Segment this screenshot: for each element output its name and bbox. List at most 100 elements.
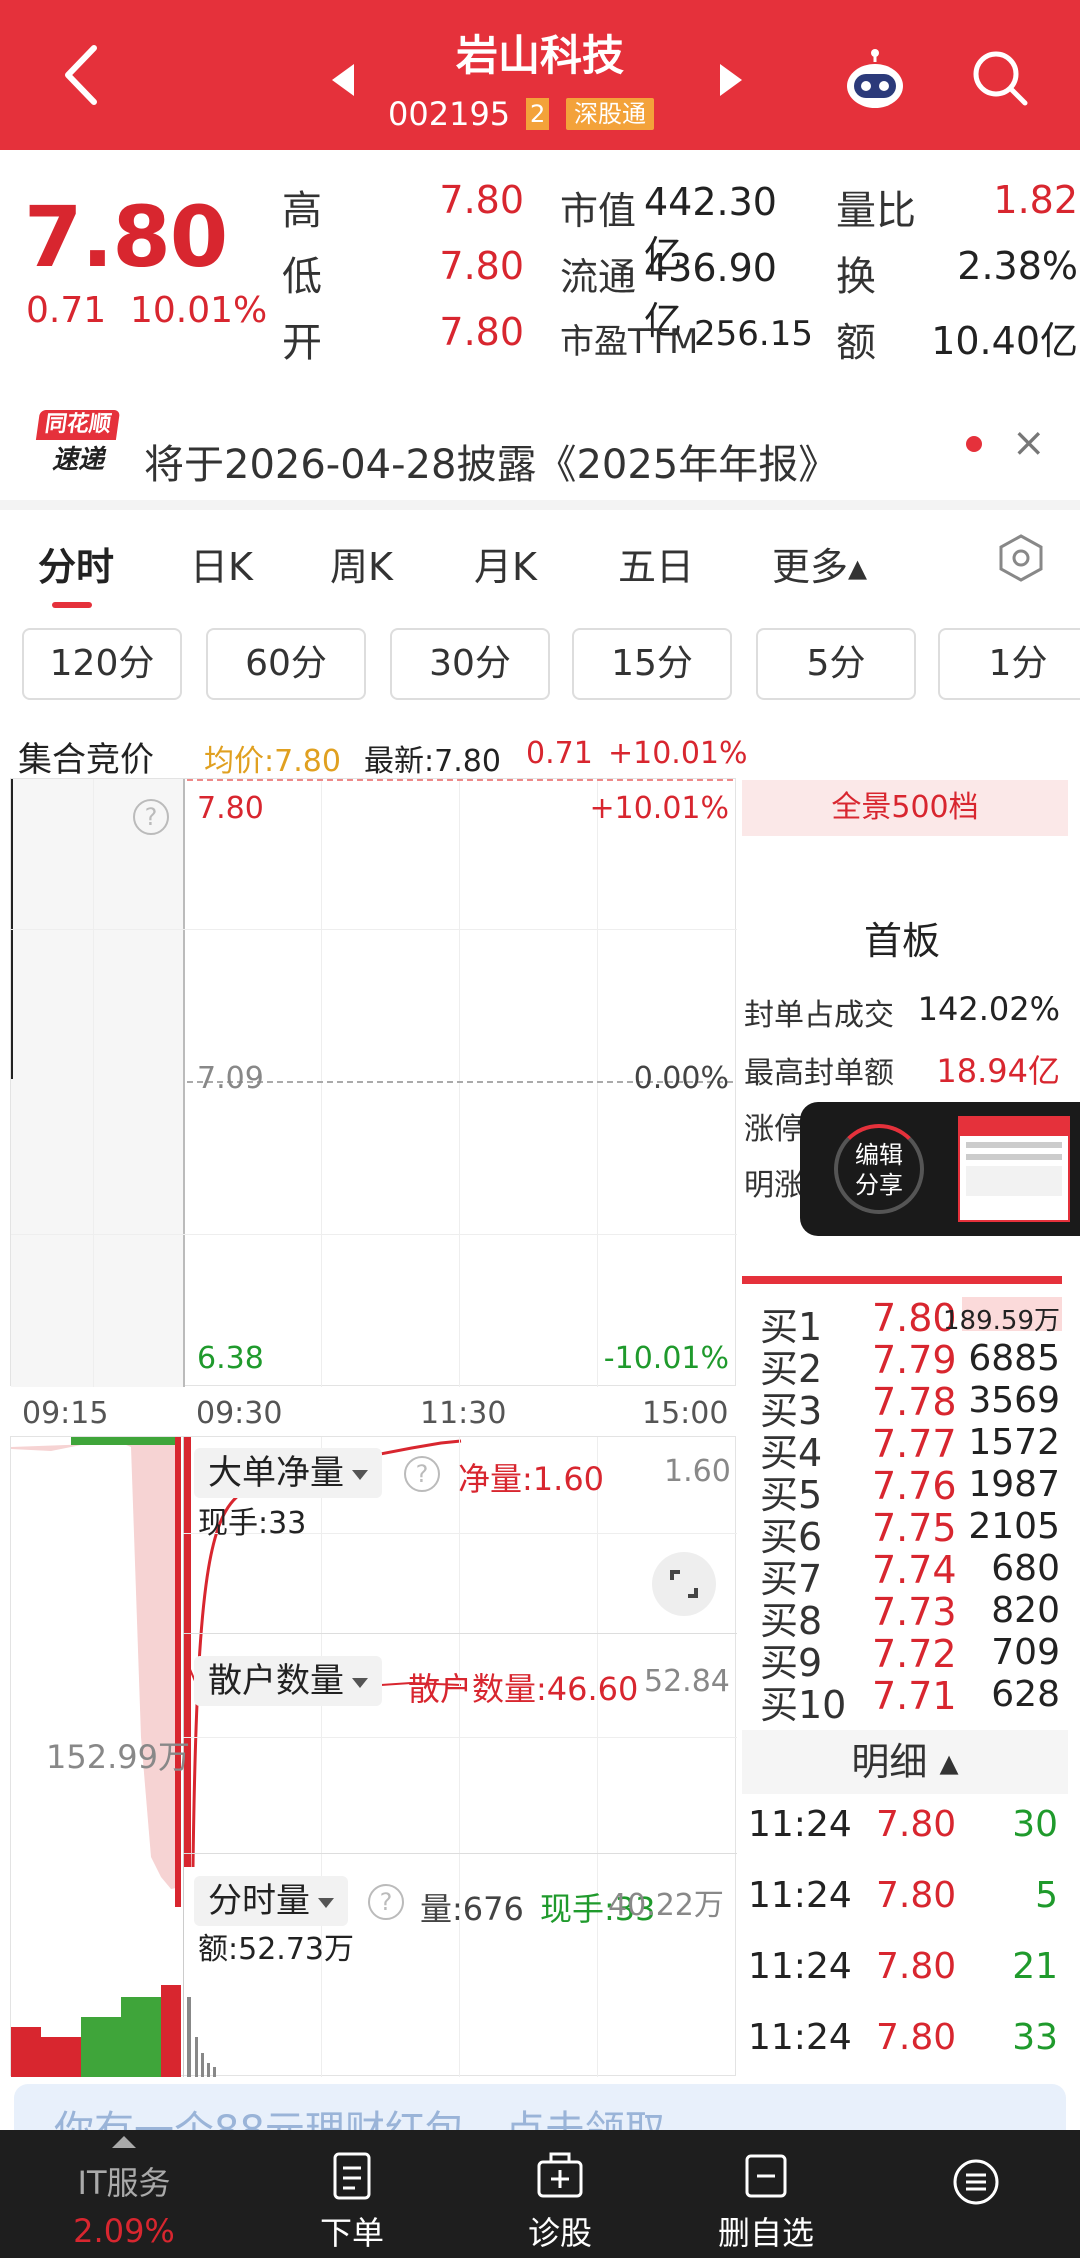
- pe-label: 市盈TTM: [560, 322, 699, 362]
- tab-monthly-k[interactable]: 月K: [474, 536, 537, 591]
- open-label: 开: [282, 320, 322, 366]
- retail-count-label: 散户数量: [208, 1661, 344, 1701]
- y-mid-pct: 0.00%: [633, 1061, 729, 1096]
- bid-level-price: 7.74: [872, 1548, 957, 1592]
- caret-down-icon: [352, 1677, 368, 1688]
- intraday-price-chart[interactable]: ? 7.80 +10.01% 7.09 0.00% 6.38 -10.01%: [10, 778, 737, 1387]
- low-label: 低: [282, 254, 322, 300]
- search-icon[interactable]: [970, 48, 1030, 108]
- retail-count-axis-max: 52.84: [644, 1664, 730, 1699]
- float-cap-label: 流通: [560, 255, 637, 299]
- screenshot-thumbnail[interactable]: [958, 1116, 1070, 1222]
- x-time-1500: 15:00: [642, 1396, 729, 1431]
- tab-weekly-k[interactable]: 周K: [330, 536, 393, 591]
- trade-time: 11:24: [748, 1804, 852, 1845]
- order-button[interactable]: 下单: [262, 2150, 442, 2254]
- minute-amount: 额:52.73万: [198, 1932, 354, 1967]
- sector-pct: 2.09%: [73, 2212, 175, 2250]
- low-value: 7.80: [439, 244, 524, 288]
- latest-change: 0.71: [526, 736, 593, 771]
- news-source-logo: 同花顺 速递: [35, 410, 121, 482]
- help-icon[interactable]: ?: [133, 799, 169, 835]
- sector-button[interactable]: IT服务 2.09%: [34, 2136, 214, 2250]
- minute-volume-selector[interactable]: 分时量: [194, 1876, 348, 1926]
- tab-intraday[interactable]: 分时: [38, 536, 114, 591]
- trade-price: 7.80: [876, 1804, 957, 1845]
- price-change: 0.71: [26, 290, 107, 331]
- period-5min-button[interactable]: 5分: [756, 628, 916, 700]
- big-order-label: 大单净量: [208, 1453, 344, 1493]
- volume-ratio-value: 1.82: [993, 178, 1078, 222]
- sector-name: IT服务: [77, 2164, 171, 2202]
- caret-down-icon: [352, 1469, 368, 1480]
- help-icon[interactable]: ?: [368, 1884, 404, 1920]
- x-time-1130: 11:30: [420, 1396, 507, 1431]
- trade-volume: 5: [1035, 1875, 1058, 1916]
- caret-down-icon: [318, 1897, 334, 1908]
- y-mid-price: 7.09: [197, 1061, 264, 1096]
- diagnose-button[interactable]: 诊股: [470, 2150, 650, 2254]
- period-15min-button[interactable]: 15分: [572, 628, 732, 700]
- trade-time: 11:24: [748, 1946, 852, 1987]
- period-60min-button[interactable]: 60分: [206, 628, 366, 700]
- delete-favorite-label: 删自选: [717, 2214, 814, 2252]
- edit-share-button[interactable]: 编辑 分享: [834, 1124, 924, 1214]
- settings-hexagon-icon[interactable]: [996, 532, 1046, 584]
- order-book-divider: [742, 1276, 1062, 1284]
- news-headline[interactable]: 将于2026-04-28披露《2025年年报》: [144, 432, 838, 490]
- bid-level-volume: 820: [991, 1590, 1060, 1631]
- bid-level-price: 7.73: [872, 1590, 957, 1634]
- turnover-value: 2.38%: [957, 244, 1078, 288]
- close-icon[interactable]: ×: [1012, 420, 1046, 466]
- trade-volume: 21: [1012, 1946, 1058, 1987]
- latest-price: 最新:7.80: [364, 744, 501, 779]
- stock-connect-badge: 深股通: [566, 98, 654, 130]
- grid-line: [459, 779, 460, 1387]
- amount-value: 10.40亿: [931, 319, 1078, 363]
- big-order-axis-max: 1.60: [664, 1454, 731, 1489]
- session-start-divider: [183, 779, 185, 1387]
- pe-value: 256.15: [694, 314, 813, 354]
- more-menu-button[interactable]: [886, 2156, 1066, 2214]
- big-order-selector[interactable]: 大单净量: [194, 1448, 382, 1498]
- turnover-label: 换: [836, 254, 876, 300]
- retail-count-selector[interactable]: 散户数量: [194, 1656, 382, 1706]
- trade-volume: 33: [1012, 2017, 1058, 2058]
- big-order-net: 净量:1.60: [458, 1460, 605, 1498]
- auction-volume-value: 152.99万: [46, 1738, 190, 1776]
- back-button[interactable]: [60, 42, 120, 112]
- trade-detail-header[interactable]: 明细 ▴: [742, 1730, 1068, 1794]
- document-icon: [333, 2152, 371, 2200]
- delete-favorite-button[interactable]: 删自选: [676, 2150, 856, 2254]
- prev-stock-icon[interactable]: [332, 64, 354, 96]
- period-1min-button[interactable]: 1分: [938, 628, 1080, 700]
- price-change-pct: 10.01%: [130, 290, 268, 331]
- share-overlay[interactable]: 编辑 分享: [800, 1102, 1080, 1236]
- tab-more[interactable]: 更多▴: [772, 536, 867, 591]
- bid-level-price: 7.78: [872, 1380, 957, 1424]
- average-price: 均价:7.80: [204, 744, 341, 779]
- period-120min-button[interactable]: 120分: [22, 628, 182, 700]
- help-icon[interactable]: ?: [404, 1456, 440, 1492]
- bid-level-volume: 189.59万: [943, 1306, 1060, 1336]
- y-bottom-pct: -10.01%: [603, 1341, 729, 1376]
- auction-zone: [11, 779, 183, 1387]
- bid-level-price: 7.76: [872, 1464, 957, 1508]
- trade-volume: 30: [1012, 1804, 1058, 1845]
- stock-code: 002195: [388, 95, 511, 133]
- tab-five-day[interactable]: 五日: [618, 536, 694, 591]
- trade-price: 7.80: [876, 1875, 957, 1916]
- fullscreen-button[interactable]: [652, 1552, 716, 1616]
- max-seal-label: 最高封单额: [744, 1056, 894, 1091]
- period-30min-button[interactable]: 30分: [390, 628, 550, 700]
- bid-level-price: 7.79: [872, 1338, 957, 1382]
- minus-square-icon: [745, 2154, 787, 2198]
- unread-dot: [966, 436, 982, 452]
- tab-daily-k[interactable]: 日K: [190, 536, 253, 591]
- next-stock-icon[interactable]: [720, 64, 742, 96]
- stock-name: 岩山科技: [455, 31, 624, 80]
- x-time-0915: 09:15: [22, 1396, 109, 1431]
- trade-price: 7.80: [876, 2017, 957, 2058]
- panorama-500-button[interactable]: 全景500档: [742, 780, 1068, 836]
- robot-assistant-icon[interactable]: [842, 48, 908, 110]
